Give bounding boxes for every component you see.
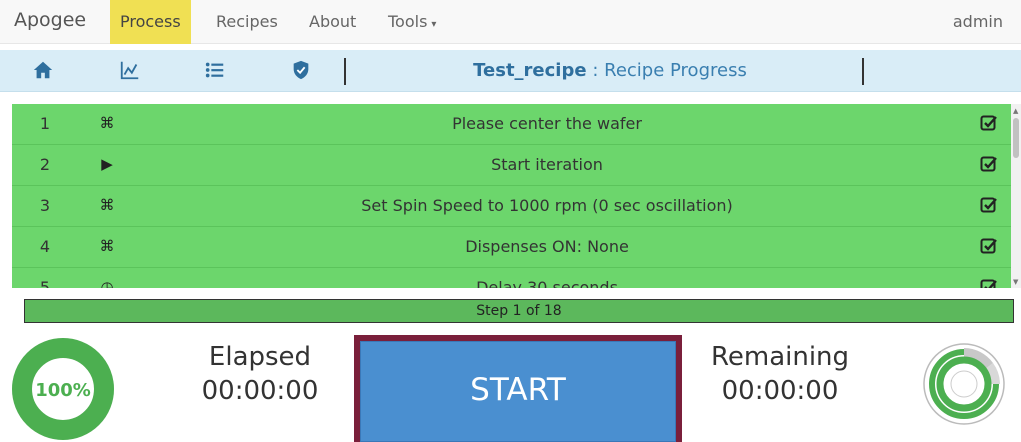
nav-recipes[interactable]: Recipes	[206, 0, 288, 44]
shield-icon[interactable]	[290, 59, 312, 81]
step-description: Start iteration	[491, 155, 603, 174]
step-description: Set Spin Speed to 1000 rpm (0 sec oscill…	[361, 196, 733, 215]
remaining-time: 00:00:00	[721, 376, 839, 406]
nav-process[interactable]: Process	[110, 0, 191, 44]
remaining-label: Remaining	[710, 342, 850, 372]
toolbar-divider	[344, 58, 346, 85]
user-menu[interactable]: admin	[953, 0, 1003, 44]
nav-tools[interactable]: Tools ▾	[378, 0, 446, 44]
checked-box-icon	[980, 238, 997, 254]
recipe-name[interactable]: Test_recipe	[473, 60, 586, 81]
elapsed-panel: Elapsed 00:00:00	[170, 342, 350, 406]
play-circle-icon: ▶	[101, 155, 113, 173]
top-navbar: Apogee Process Recipes About Tools ▾ admi…	[0, 0, 1021, 44]
step-number: 3	[39, 196, 51, 215]
command-icon: ⌘	[99, 114, 115, 132]
nav-tools-label: Tools	[388, 12, 428, 31]
step-list-scrollbar[interactable]: ▲ ▼	[1011, 104, 1021, 288]
step-number: 5	[39, 278, 51, 288]
list-icon[interactable]	[204, 59, 226, 81]
step-description: Dispenses ON: None	[465, 237, 629, 256]
checked-box-icon	[980, 197, 997, 213]
recipe-step-list[interactable]: 1 ⌘ Please center the wafer 2 ▶ Start iterati…	[12, 104, 1012, 288]
step-progress-bar: Step 1 of 18	[24, 299, 1014, 323]
completion-percent: 100%	[35, 380, 91, 401]
step-number: 1	[39, 114, 51, 133]
segmented-gauge-icon	[923, 343, 1005, 425]
command-icon: ⌘	[99, 196, 115, 214]
step-number: 2	[39, 155, 51, 174]
start-button[interactable]: START	[360, 341, 676, 442]
scroll-up-icon[interactable]: ▲	[1013, 107, 1018, 115]
nav-about[interactable]: About	[299, 0, 366, 44]
process-toolbar: Test_recipe : Recipe Progress	[0, 50, 1021, 92]
completion-donut: 100%	[12, 338, 114, 440]
step-description: Please center the wafer	[452, 114, 642, 133]
home-icon[interactable]	[32, 59, 54, 81]
caret-down-icon: ▾	[431, 19, 437, 30]
page-title: Test_recipe : Recipe Progress	[360, 50, 860, 92]
command-icon: ⌘	[99, 237, 115, 255]
checked-box-icon	[980, 115, 997, 131]
chart-icon[interactable]	[119, 59, 141, 81]
step-row[interactable]: 4 ⌘ Dispenses ON: None	[12, 227, 1012, 268]
checked-box-icon	[980, 279, 997, 288]
step-description: Delay 30 seconds	[476, 278, 618, 288]
elapsed-time: 00:00:00	[201, 376, 319, 406]
checked-box-icon	[980, 156, 997, 172]
step-row[interactable]: 2 ▶ Start iteration	[12, 145, 1012, 186]
scroll-down-icon[interactable]: ▼	[1013, 278, 1018, 286]
toolbar-divider	[862, 58, 864, 85]
scroll-thumb[interactable]	[1013, 118, 1019, 158]
remaining-panel: Remaining 00:00:00	[690, 342, 870, 406]
step-row[interactable]: 3 ⌘ Set Spin Speed to 1000 rpm (0 sec osci…	[12, 186, 1012, 227]
step-progress-label: Step 1 of 18	[476, 303, 562, 319]
step-row[interactable]: 5 ◷ Delay 30 seconds	[12, 268, 1012, 288]
page-label: Recipe Progress	[604, 60, 747, 81]
title-separator: :	[592, 60, 599, 81]
step-number: 4	[39, 237, 51, 256]
elapsed-label: Elapsed	[208, 342, 312, 372]
brand-logo[interactable]: Apogee	[14, 9, 86, 31]
start-button-frame: START	[354, 335, 682, 442]
clock-icon: ◷	[100, 278, 114, 288]
step-row[interactable]: 1 ⌘ Please center the wafer	[12, 104, 1012, 145]
